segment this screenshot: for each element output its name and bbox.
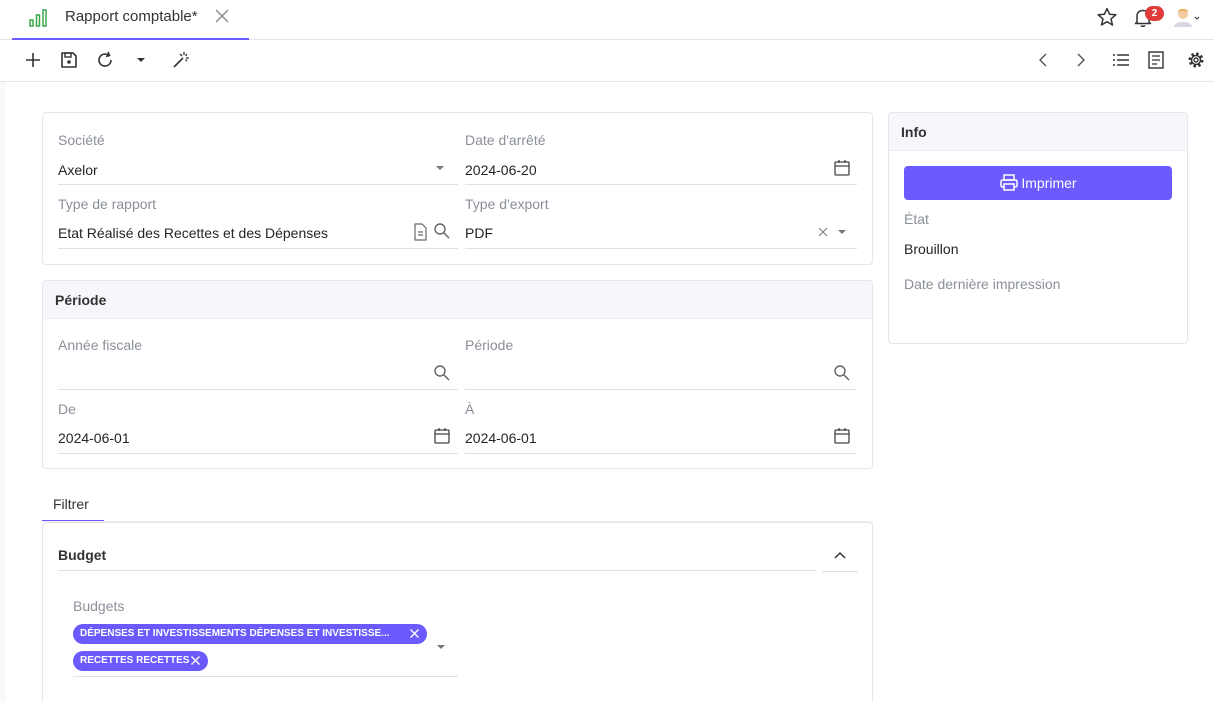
periode-underline	[465, 389, 857, 390]
close-icon[interactable]	[214, 8, 230, 24]
budget-chip[interactable]: DÉPENSES ET INVESTISSEMENTS DÉPENSES ET …	[73, 624, 427, 644]
printer-icon	[1000, 174, 1019, 191]
chevron-right-icon[interactable]	[1070, 50, 1090, 70]
societe-underline	[58, 184, 458, 185]
collapse-underline	[822, 571, 858, 572]
notification-badge: 2	[1145, 6, 1164, 21]
etat-value: Brouillon	[904, 241, 959, 257]
top-bar: Rapport comptable* 2	[0, 0, 1214, 40]
search-icon[interactable]	[433, 222, 451, 240]
magic-wand-icon[interactable]	[171, 50, 191, 70]
clear-icon[interactable]	[817, 226, 829, 238]
caret-down-icon[interactable]	[131, 50, 151, 70]
budget-card: Budget Budgets	[42, 522, 873, 702]
de-field[interactable]: 2024-06-01	[58, 430, 130, 446]
de-underline	[58, 453, 458, 454]
type-rapport-field[interactable]: Etat Réalisé des Recettes et des Dépense…	[58, 225, 328, 241]
type-rapport-underline	[58, 248, 458, 249]
budgets-underline	[73, 676, 458, 677]
info-title: Info	[901, 124, 927, 140]
bar-chart-icon	[29, 9, 47, 27]
refresh-icon[interactable]	[95, 50, 115, 70]
a-label: À	[465, 401, 475, 417]
periode-title: Période	[55, 292, 107, 308]
annee-fiscale-underline	[58, 389, 458, 390]
toolbar	[0, 40, 1214, 82]
close-icon[interactable]	[408, 627, 421, 640]
date-impression-label: Date dernière impression	[904, 276, 1061, 292]
periode-card: Période Année fiscale Période De 2024-06…	[42, 280, 873, 469]
close-icon[interactable]	[189, 654, 202, 667]
tab-filtrer-label: Filtrer	[53, 496, 89, 512]
calendar-icon[interactable]	[833, 427, 851, 445]
gear-icon[interactable]	[1186, 50, 1206, 70]
type-export-label: Type d'export	[465, 196, 549, 212]
date-arrete-label: Date d'arrêté	[465, 132, 546, 148]
de-label: De	[58, 401, 76, 417]
type-export-underline	[465, 248, 857, 249]
form-view-icon[interactable]	[1146, 50, 1166, 70]
calendar-icon[interactable]	[833, 159, 851, 177]
print-button[interactable]: Imprimer	[904, 166, 1172, 200]
type-export-field[interactable]: PDF	[465, 225, 493, 241]
chevron-left-icon[interactable]	[1034, 50, 1054, 70]
budget-underline	[58, 570, 816, 571]
main-form-card: Société Axelor Date d'arrêté 2024-06-20 …	[42, 112, 873, 265]
calendar-icon[interactable]	[433, 427, 451, 445]
list-view-icon[interactable]	[1111, 50, 1131, 70]
societe-label: Société	[58, 132, 105, 148]
tab-filtrer[interactable]: Filtrer	[42, 494, 104, 522]
periode-header: Période	[43, 281, 872, 319]
societe-field[interactable]: Axelor	[58, 162, 98, 178]
budget-chip[interactable]: RECETTES RECETTES	[73, 651, 208, 671]
a-field[interactable]: 2024-06-01	[465, 430, 537, 446]
date-arrete-underline	[465, 184, 857, 185]
tab-rapport-comptable[interactable]: Rapport comptable*	[12, 0, 249, 40]
budget-title: Budget	[58, 547, 107, 563]
tab-title: Rapport comptable*	[65, 8, 198, 25]
date-arrete-field[interactable]: 2024-06-20	[465, 162, 537, 178]
budget-chip-label: RECETTES RECETTES	[80, 655, 190, 666]
plus-icon[interactable]	[23, 50, 43, 70]
save-icon[interactable]	[59, 50, 79, 70]
caret-down-icon[interactable]	[433, 161, 447, 175]
budget-chip-label: DÉPENSES ET INVESTISSEMENTS DÉPENSES ET …	[80, 628, 390, 639]
avatar[interactable]	[1172, 6, 1200, 28]
search-icon[interactable]	[833, 364, 851, 382]
chevron-up-icon[interactable]	[832, 547, 848, 563]
type-rapport-label: Type de rapport	[58, 196, 157, 212]
caret-down-icon[interactable]	[835, 225, 849, 239]
search-icon[interactable]	[433, 364, 451, 382]
budgets-label: Budgets	[73, 598, 125, 614]
a-underline	[465, 453, 857, 454]
info-header: Info	[889, 113, 1187, 151]
star-icon[interactable]	[1096, 6, 1118, 28]
caret-down-icon[interactable]	[434, 640, 448, 654]
periode-label: Période	[465, 337, 514, 353]
annee-fiscale-label: Année fiscale	[58, 337, 143, 353]
print-button-label: Imprimer	[1021, 175, 1077, 191]
etat-label: État	[904, 211, 929, 227]
document-icon[interactable]	[411, 223, 429, 241]
info-card: Info État Brouillon Date dernière impres…	[888, 112, 1188, 344]
